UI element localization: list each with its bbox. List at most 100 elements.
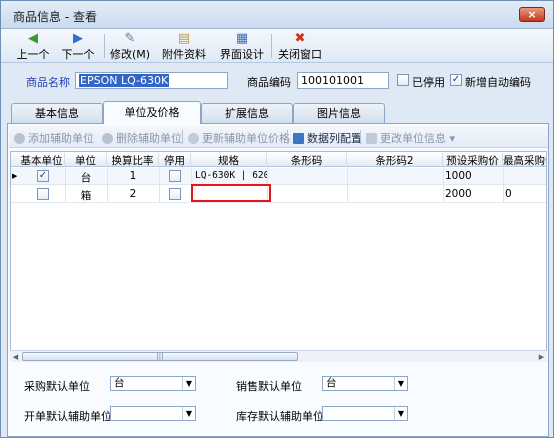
- stock-default-aux-unit-select[interactable]: ▼: [322, 406, 408, 421]
- col-header-base-unit[interactable]: 基本单位: [19, 153, 65, 167]
- sales-default-unit-value: 台: [326, 377, 337, 389]
- grid-divider: [443, 167, 444, 202]
- toolbar-divider: [271, 34, 272, 58]
- edit-label: 修改(M): [109, 48, 151, 61]
- product-header-form: 商品名称 EPSON LQ-630K 商品编码 100101001 已停用 ✓ …: [1, 65, 553, 95]
- col-header-spec[interactable]: 规格: [191, 153, 267, 167]
- grid-divider: [347, 167, 348, 202]
- base-unit-checkbox[interactable]: ✓: [37, 170, 49, 182]
- unit-cell[interactable]: 箱: [65, 188, 107, 202]
- purchase-default-unit-select[interactable]: 台 ▼: [110, 376, 196, 391]
- table-row[interactable]: 箱 2 2000 0: [11, 186, 546, 203]
- ratio-cell[interactable]: 2: [107, 188, 159, 202]
- update-aux-price-button[interactable]: 更新辅助单位价格: [188, 130, 290, 146]
- stopped-checkbox[interactable]: [169, 188, 181, 200]
- table-row[interactable]: ▶ ✓ 台 1 LQ-630K | 620K 1000: [11, 168, 546, 185]
- chevron-down-icon[interactable]: ▼: [394, 407, 407, 420]
- product-code-label: 商品编码: [247, 76, 291, 89]
- col-header-barcode2[interactable]: 条形码2: [347, 153, 443, 167]
- scroll-left-icon[interactable]: ◀: [10, 352, 21, 362]
- column-config-button[interactable]: 数据列配置: [293, 130, 362, 146]
- col-header-ratio[interactable]: 换算比率: [107, 153, 159, 167]
- column-config-label: 数据列配置: [307, 132, 362, 145]
- barcode2-cell[interactable]: [349, 170, 443, 184]
- tab-image-info[interactable]: 图片信息: [293, 103, 385, 123]
- col-header-max-price[interactable]: 最高采购价: [503, 153, 546, 167]
- max-price-cell[interactable]: 0: [505, 188, 546, 202]
- barcode-cell[interactable]: [269, 188, 347, 202]
- unit-price-panel: 添加辅助单位 删除辅助单位 更新辅助单位价格 数据列配置 更改单位信息 ▾ 基本…: [7, 123, 549, 437]
- product-code-input[interactable]: 100101001: [297, 72, 389, 89]
- add-aux-unit-button[interactable]: 添加辅助单位: [14, 130, 94, 146]
- billing-default-aux-unit-select[interactable]: ▼: [110, 406, 196, 421]
- ratio-cell[interactable]: 1: [107, 170, 159, 184]
- close-window-toolbar-button[interactable]: ✖ 关闭窗口: [277, 31, 323, 61]
- next-button[interactable]: ▶ 下一个: [59, 31, 97, 61]
- col-header-unit[interactable]: 单位: [65, 153, 107, 167]
- chevron-down-icon[interactable]: ▼: [182, 377, 195, 390]
- grid-divider: [159, 167, 160, 202]
- scroll-thumb[interactable]: |||: [22, 352, 298, 361]
- subtoolbar-divider: [182, 130, 183, 144]
- attachment-button[interactable]: ▤ 附件资料: [161, 31, 207, 61]
- subtoolbar-divider: [360, 130, 361, 144]
- close-window-button[interactable]: ×: [519, 7, 545, 22]
- auto-code-checkbox[interactable]: ✓: [450, 74, 462, 86]
- update-aux-price-label: 更新辅助单位价格: [202, 132, 290, 145]
- col-header-preset-price[interactable]: 预设采购价: [443, 153, 503, 167]
- edit-icon: ✎: [124, 31, 136, 46]
- subtoolbar-divider: [287, 130, 288, 144]
- arrow-right-icon: ▶: [73, 31, 83, 46]
- spec-cell-highlight: [191, 184, 271, 202]
- stopped-checkbox[interactable]: [169, 170, 181, 182]
- col-header-barcode[interactable]: 条形码: [267, 153, 347, 167]
- grid-divider: [65, 167, 66, 202]
- arrow-left-icon: ◀: [28, 31, 38, 46]
- max-price-cell[interactable]: [505, 170, 546, 184]
- disabled-checkbox[interactable]: [397, 74, 409, 86]
- unit-cell[interactable]: 台: [65, 170, 107, 184]
- prev-label: 上一个: [16, 48, 50, 61]
- sales-default-unit-select[interactable]: 台 ▼: [322, 376, 408, 391]
- change-unit-info-button[interactable]: 更改单位信息 ▾: [366, 130, 455, 146]
- col-header-stopped[interactable]: 停用: [159, 153, 191, 167]
- grid-header: 基本单位 单位 换算比率 停用 规格 条形码 条形码2 预设采购价 最高采购价: [11, 152, 546, 167]
- current-row-indicator-icon: ▶: [12, 172, 18, 180]
- columns-icon: [293, 133, 304, 144]
- preset-price-cell[interactable]: 2000: [445, 188, 503, 202]
- add-aux-unit-label: 添加辅助单位: [28, 132, 94, 145]
- main-toolbar: ◀ 上一个 ▶ 下一个 ✎ 修改(M) ▤ 附件资料 ▦ 界面设计 ✖ 关闭窗口: [1, 29, 553, 63]
- spec-cell[interactable]: LQ-630K | 620K: [195, 170, 267, 184]
- dropdown-arrow-icon: ▾: [446, 132, 456, 145]
- edit-button[interactable]: ✎ 修改(M): [109, 31, 151, 61]
- chevron-down-icon[interactable]: ▼: [394, 377, 407, 390]
- chevron-down-icon[interactable]: ▼: [182, 407, 195, 420]
- disabled-label: 已停用: [412, 76, 445, 89]
- billing-default-aux-unit-label: 开单默认辅助单位: [24, 410, 112, 423]
- attachment-label: 附件资料: [162, 48, 206, 61]
- delete-aux-unit-button[interactable]: 删除辅助单位: [102, 130, 182, 146]
- scroll-right-icon[interactable]: ▶: [536, 352, 547, 362]
- barcode-cell[interactable]: [269, 170, 347, 184]
- unit-grid: 基本单位 单位 换算比率 停用 规格 条形码 条形码2 预设采购价 最高采购价 …: [10, 151, 547, 361]
- window-title: 商品信息 - 查看: [13, 10, 97, 24]
- tab-strip: 基本信息 单位及价格 扩展信息 图片信息: [7, 101, 549, 124]
- tab-unit-price[interactable]: 单位及价格: [103, 101, 201, 124]
- base-unit-checkbox[interactable]: [37, 188, 49, 200]
- tab-extended-info[interactable]: 扩展信息: [201, 103, 293, 123]
- prev-button[interactable]: ◀ 上一个: [15, 31, 51, 61]
- layout-icon: ▦: [235, 31, 249, 46]
- product-info-window: 商品信息 - 查看 × ◀ 上一个 ▶ 下一个 ✎ 修改(M) ▤ 附件资料 ▦…: [0, 0, 554, 438]
- close-icon: ✖: [294, 31, 306, 46]
- ui-design-button[interactable]: ▦ 界面设计: [219, 31, 265, 61]
- next-label: 下一个: [61, 48, 95, 61]
- horizontal-scrollbar[interactable]: ◀ ||| ▶: [10, 350, 547, 362]
- purchase-default-unit-label: 采购默认单位: [24, 380, 90, 393]
- preset-price-cell[interactable]: 1000: [445, 170, 503, 184]
- product-name-input[interactable]: EPSON LQ-630K: [75, 72, 228, 89]
- stock-default-aux-unit-label: 库存默认辅助单位: [236, 410, 324, 423]
- attachment-icon: ▤: [177, 31, 191, 46]
- tab-basic-info[interactable]: 基本信息: [11, 103, 103, 123]
- unit-toolbar: 添加辅助单位 删除辅助单位 更新辅助单位价格 数据列配置 更改单位信息 ▾: [9, 126, 548, 148]
- barcode2-cell[interactable]: [349, 188, 443, 202]
